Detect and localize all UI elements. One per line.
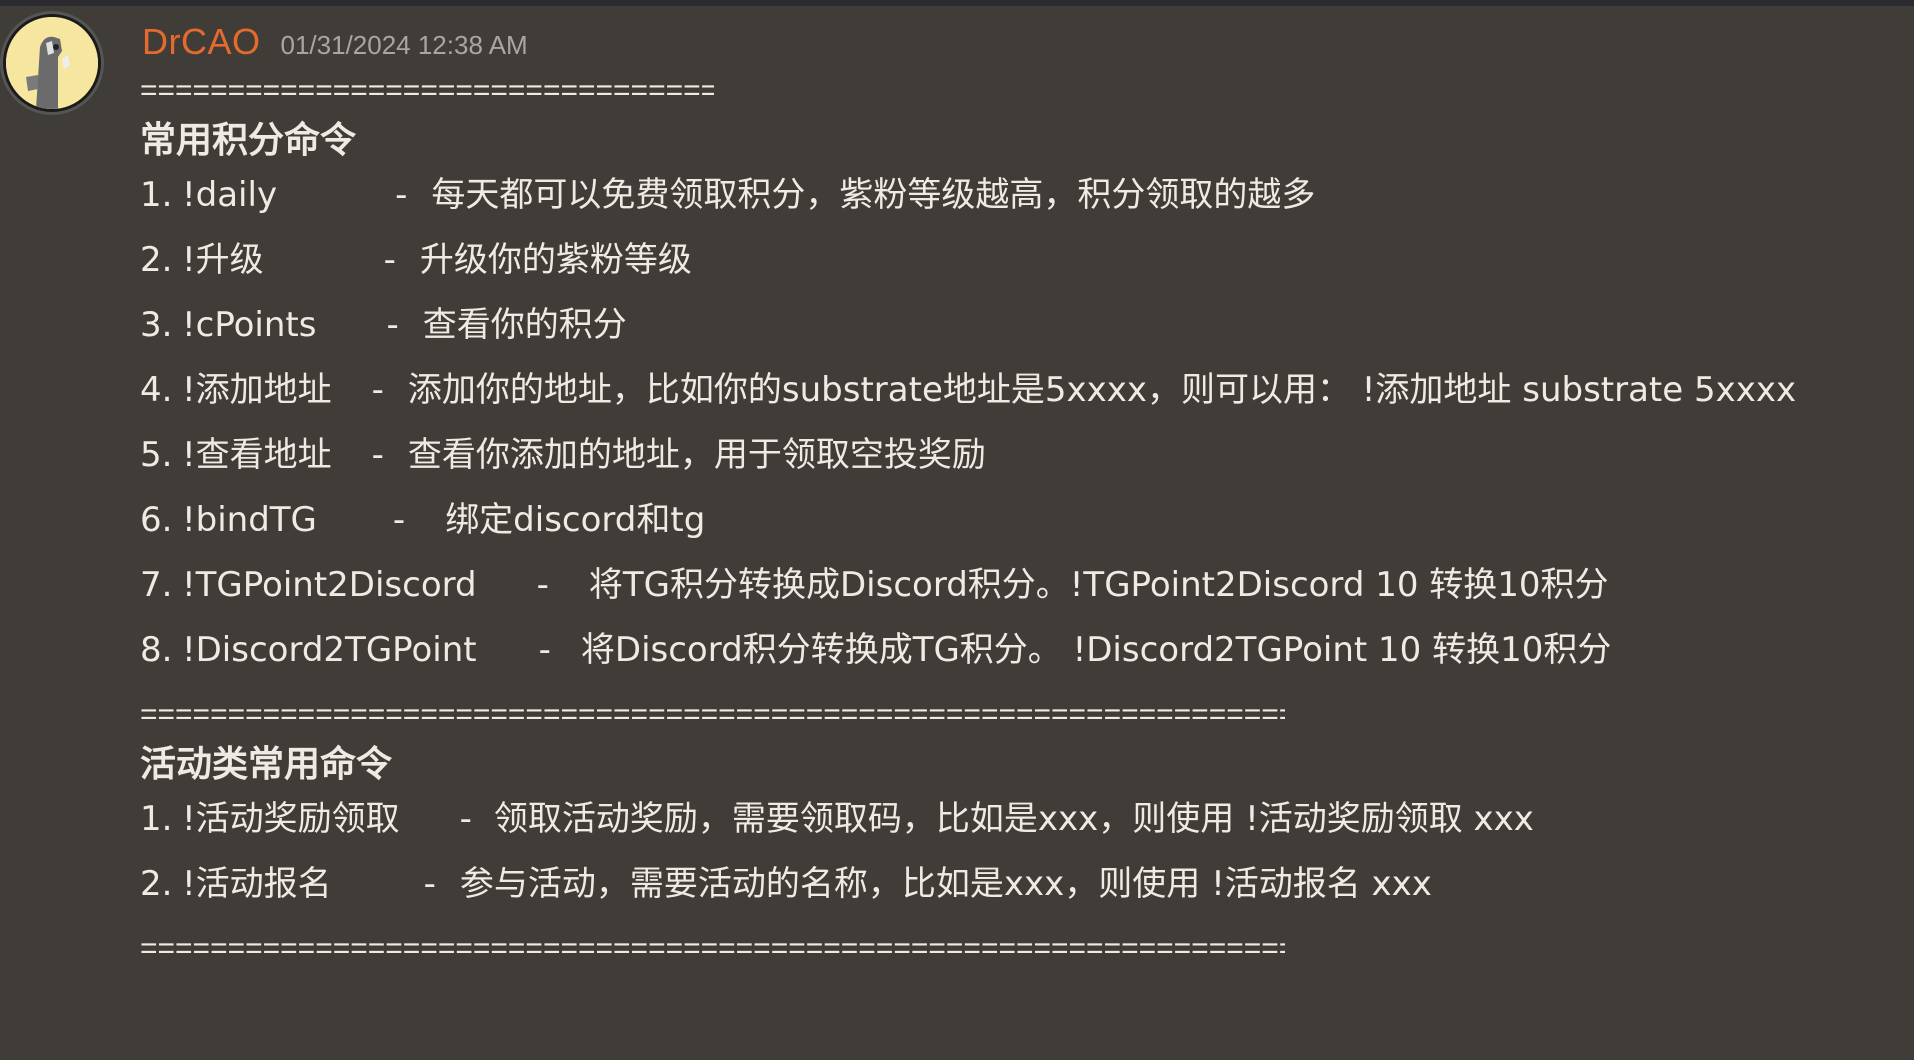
command-name: !bindTG (182, 500, 317, 540)
avatar-image (6, 17, 98, 109)
separator-line: ========================================… (140, 932, 1285, 965)
dash-separator: - (392, 500, 406, 540)
command-name: !daily (182, 175, 278, 215)
separator-line: ================================= (140, 74, 714, 107)
dash-separator: - (395, 175, 408, 215)
item-number: 4. (140, 370, 173, 410)
item-number: 2. (140, 240, 173, 280)
list-item: 6. !bindTG - 绑定discord和tg (140, 499, 1880, 541)
window-top-border (0, 0, 1914, 6)
command-description: 每天都可以免费领取积分，紫粉等级越高，积分领取的越多 (431, 175, 1316, 215)
command-description: 绑定discord和tg (445, 500, 706, 540)
command-description: 查看你添加的地址，用于领取空投奖励 (407, 435, 986, 475)
item-number: 8. (140, 630, 173, 670)
user-avatar[interactable] (6, 17, 98, 109)
list-item: 2. !活动报名 - 参与活动，需要活动的名称，比如是xxx，则使用 !活动报名 x… (140, 863, 1880, 905)
dash-separator: - (459, 799, 472, 839)
dash-separator: - (386, 305, 399, 345)
item-number: 5. (140, 435, 173, 475)
list-item: 3. !cPoints - 查看你的积分 (140, 304, 1880, 346)
command-description: 参与活动，需要活动的名称，比如是xxx，则使用 !活动报名 xxx (459, 864, 1432, 904)
dash-separator: - (371, 435, 384, 475)
command-name: !添加地址 (182, 370, 332, 410)
list-item: 4. !添加地址 - 添加你的地址，比如你的substrate地址是5xxxx，则可… (140, 369, 1880, 411)
command-name: !活动奖励领取 (182, 799, 400, 839)
list-item: 8. !Discord2TGPoint - 将Discord积分转换成TG积分。 !… (140, 629, 1880, 671)
item-number: 1. (140, 799, 173, 839)
command-name: !活动报名 (182, 864, 332, 904)
section-heading-points: 常用积分命令 (140, 120, 357, 161)
item-number: 1. (140, 175, 173, 215)
item-number: 3. (140, 305, 173, 345)
dash-separator: - (383, 240, 396, 280)
separator-line: ========================================… (140, 698, 1285, 731)
dash-separator: - (423, 864, 436, 904)
points-command-list: 1. !daily - 每天都可以免费领取积分，紫粉等级越高，积分领取的越多 2. … (140, 174, 1880, 671)
command-description: 领取活动奖励，需要领取码，比如是xxx，则使用 !活动奖励领取 xxx (493, 799, 1534, 839)
dash-separator: - (371, 370, 384, 410)
command-name: !升级 (182, 240, 264, 280)
command-name: !查看地址 (182, 435, 332, 475)
item-number: 2. (140, 864, 173, 904)
message-timestamp: 01/31/2024 12:38 AM (280, 30, 528, 60)
message-content: ================================= 常用积分命令… (140, 70, 1880, 970)
command-description: 升级你的紫粉等级 (419, 240, 692, 280)
activity-command-list: 1. !活动奖励领取 - 领取活动奖励，需要领取码，比如是xxx，则使用 !活动奖励… (140, 798, 1880, 905)
command-name: !TGPoint2Discord (182, 565, 477, 605)
username[interactable]: DrCAO (142, 18, 261, 66)
list-item: 7. !TGPoint2Discord - 将TG积分转换成Discord积分。!T… (140, 564, 1880, 606)
list-item: 2. !升级 - 升级你的紫粉等级 (140, 239, 1880, 281)
item-number: 6. (140, 500, 173, 540)
item-number: 7. (140, 565, 173, 605)
dash-separator: - (536, 565, 549, 605)
list-item: 1. !活动奖励领取 - 领取活动奖励，需要领取码，比如是xxx，则使用 !活动奖励… (140, 798, 1880, 840)
dash-separator: - (538, 630, 551, 670)
command-description: 查看你的积分 (422, 305, 627, 345)
list-item: 1. !daily - 每天都可以免费领取积分，紫粉等级越高，积分领取的越多 (140, 174, 1880, 216)
section-heading-activities: 活动类常用命令 (140, 744, 393, 785)
message-header: DrCAO 01/31/2024 12:38 AM (142, 18, 528, 66)
list-item: 5. !查看地址 - 查看你添加的地址，用于领取空投奖励 (140, 434, 1880, 476)
command-description: 将TG积分转换成Discord积分。!TGPoint2Discord 10 转换… (588, 565, 1609, 605)
command-name: !cPoints (182, 305, 317, 345)
command-description: 将Discord积分转换成TG积分。 !Discord2TGPoint 10 转… (580, 630, 1612, 670)
command-name: !Discord2TGPoint (182, 630, 477, 670)
command-description: 添加你的地址，比如你的substrate地址是5xxxx，则可以用： !添加地址… (407, 370, 1797, 410)
